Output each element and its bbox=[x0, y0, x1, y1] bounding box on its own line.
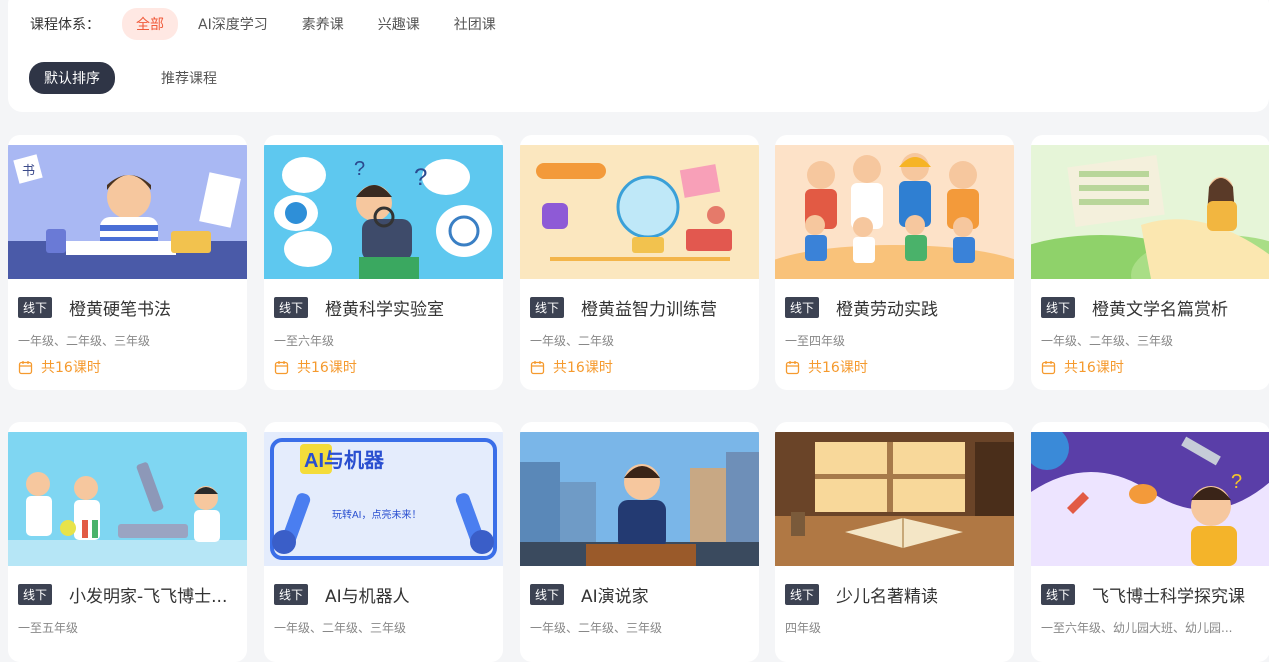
course-grades: 一至五年级 bbox=[18, 621, 79, 635]
svg-text:?: ? bbox=[354, 158, 365, 180]
thumb-text: AI与机器 bbox=[304, 448, 385, 472]
course-hours: 共16课时 bbox=[530, 357, 613, 377]
category-filter-row: 课程体系： 全部 AI深度学习 素养课 兴趣课 社团课 bbox=[30, 8, 530, 40]
course-title[interactable]: 橙黄益智力训练营 bbox=[581, 295, 717, 320]
category-chip-club[interactable]: 社团课 bbox=[454, 14, 496, 34]
course-title-row: 线下 橙黄科学实验室 bbox=[274, 295, 499, 320]
svg-text:?: ? bbox=[1231, 471, 1242, 493]
course-title-row: 线下 橙黄益智力训练营 bbox=[530, 295, 755, 320]
course-hours-text: 共16课时 bbox=[1064, 360, 1124, 376]
offline-tag: 线下 bbox=[785, 297, 820, 318]
category-filter-label: 课程体系： bbox=[30, 17, 100, 33]
course-hours: 共16课时 bbox=[1041, 357, 1124, 377]
course-grades: 一年级、二年级、三年级 bbox=[530, 621, 663, 635]
category-chip-all[interactable]: 全部 bbox=[122, 8, 178, 40]
course-title-row: 线下 小发明家-飞飞博士... bbox=[18, 582, 243, 607]
course-grades: 一至六年级、幼儿园大班、幼儿园... bbox=[1041, 621, 1233, 635]
course-thumbnail: AI与机器 玩转AI，点亮未来！ bbox=[264, 432, 503, 566]
thumb-text: 玩转AI，点亮未来！ bbox=[332, 508, 421, 521]
course-title[interactable]: 橙黄硬笔书法 bbox=[69, 295, 171, 320]
course-grades: 一年级、二年级、三年级 bbox=[1041, 334, 1174, 348]
calendar-icon bbox=[274, 360, 289, 374]
course-title[interactable]: 橙黄文学名篇赏析 bbox=[1092, 295, 1228, 320]
course-hours-text: 共16课时 bbox=[808, 360, 868, 376]
offline-tag: 线下 bbox=[18, 584, 53, 605]
offline-tag: 线下 bbox=[1041, 297, 1076, 318]
course-title[interactable]: 飞飞博士科学探究课 bbox=[1092, 582, 1245, 607]
offline-tag: 线下 bbox=[530, 297, 565, 318]
course-thumbnail: 书 bbox=[8, 145, 247, 279]
category-chip-ai[interactable]: AI深度学习 bbox=[198, 14, 268, 34]
course-title-row: 线下 AI与机器人 bbox=[274, 582, 499, 607]
course-card[interactable]: 线下 AI演说家 一年级、二年级、三年级 bbox=[520, 422, 759, 662]
course-card[interactable]: 书 线下 橙黄硬笔书法 一年级、二年级、三年级 共16课时 bbox=[8, 135, 247, 390]
sort-recommended-button[interactable]: 推荐课程 bbox=[161, 68, 217, 88]
calendar-icon bbox=[530, 360, 545, 374]
course-hours: 共16课时 bbox=[18, 357, 101, 377]
calendar-icon bbox=[785, 360, 800, 374]
course-grades: 一年级、二年级 bbox=[530, 334, 615, 348]
course-grades: 一至四年级 bbox=[785, 334, 846, 348]
course-thumbnail: ? ? bbox=[264, 145, 503, 279]
course-title[interactable]: 少儿名著精读 bbox=[836, 582, 938, 607]
course-title-row: 线下 AI演说家 bbox=[530, 582, 755, 607]
course-card[interactable]: 线下 少儿名著精读 四年级 bbox=[775, 422, 1014, 662]
course-thumbnail bbox=[520, 432, 759, 566]
course-thumbnail bbox=[520, 145, 759, 279]
course-title[interactable]: 橙黄科学实验室 bbox=[325, 295, 444, 320]
course-thumbnail bbox=[775, 145, 1014, 279]
course-title-row: 线下 飞飞博士科学探究课 bbox=[1041, 582, 1266, 607]
course-card[interactable]: ? 线下 飞飞博士科学探究课 一至六年级、幼儿园大班、幼儿园... bbox=[1031, 422, 1269, 662]
course-grades: 四年级 bbox=[785, 621, 822, 635]
course-thumbnail: ? bbox=[1031, 432, 1269, 566]
offline-tag: 线下 bbox=[274, 297, 309, 318]
course-card[interactable]: 线下 橙黄劳动实践 一至四年级 共16课时 bbox=[775, 135, 1014, 390]
offline-tag: 线下 bbox=[1041, 584, 1076, 605]
category-chip-interest[interactable]: 兴趣课 bbox=[378, 14, 420, 34]
course-card[interactable]: AI与机器 玩转AI，点亮未来！ 线下 AI与机器人 一年级、二年级、三年级 bbox=[264, 422, 503, 662]
course-title-row: 线下 橙黄文学名篇赏析 bbox=[1041, 295, 1266, 320]
course-hours: 共16课时 bbox=[274, 357, 357, 377]
course-card[interactable]: 线下 橙黄益智力训练营 一年级、二年级 共16课时 bbox=[520, 135, 759, 390]
sort-row: 默认排序 推荐课程 bbox=[29, 61, 217, 94]
sort-default-button[interactable]: 默认排序 bbox=[29, 61, 115, 94]
course-thumbnail bbox=[8, 432, 247, 566]
course-grades: 一年级、二年级、三年级 bbox=[18, 334, 151, 348]
course-title[interactable]: AI演说家 bbox=[581, 582, 649, 607]
course-hours-text: 共16课时 bbox=[297, 360, 357, 376]
course-card[interactable]: 线下 橙黄文学名篇赏析 一年级、二年级、三年级 共16课时 bbox=[1031, 135, 1269, 390]
offline-tag: 线下 bbox=[274, 584, 309, 605]
course-grades: 一年级、二年级、三年级 bbox=[274, 621, 407, 635]
thumb-text: 书 bbox=[22, 163, 35, 178]
course-title-row: 线下 橙黄劳动实践 bbox=[785, 295, 1010, 320]
course-card[interactable]: 线下 小发明家-飞飞博士... 一至五年级 bbox=[8, 422, 247, 662]
offline-tag: 线下 bbox=[785, 584, 820, 605]
course-grades: 一至六年级 bbox=[274, 334, 335, 348]
calendar-icon bbox=[18, 360, 33, 374]
course-hours-text: 共16课时 bbox=[553, 360, 613, 376]
course-hours: 共16课时 bbox=[785, 357, 868, 377]
course-hours-text: 共16课时 bbox=[41, 360, 101, 376]
course-thumbnail bbox=[1031, 145, 1269, 279]
category-chip-literacy[interactable]: 素养课 bbox=[302, 14, 344, 34]
course-thumbnail bbox=[775, 432, 1014, 566]
course-card[interactable]: ? ? 线下 橙黄科学实验室 一至六年级 共16课时 bbox=[264, 135, 503, 390]
offline-tag: 线下 bbox=[530, 584, 565, 605]
course-title-row: 线下 少儿名著精读 bbox=[785, 582, 1010, 607]
course-title[interactable]: 橙黄劳动实践 bbox=[836, 295, 938, 320]
offline-tag: 线下 bbox=[18, 297, 53, 318]
course-title[interactable]: 小发明家-飞飞博士... bbox=[69, 582, 227, 607]
course-title[interactable]: AI与机器人 bbox=[325, 582, 410, 607]
svg-text:?: ? bbox=[414, 164, 427, 191]
course-title-row: 线下 橙黄硬笔书法 bbox=[18, 295, 243, 320]
calendar-icon bbox=[1041, 360, 1056, 374]
